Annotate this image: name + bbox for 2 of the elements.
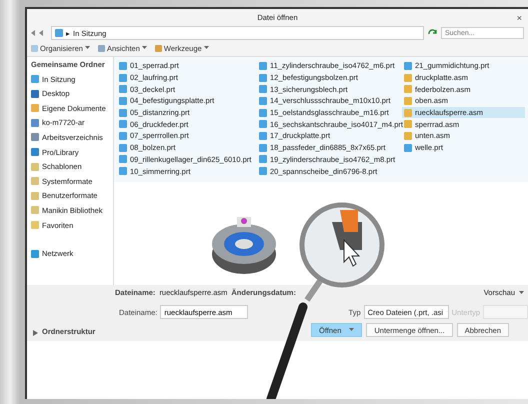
expand-icon[interactable] <box>33 330 38 336</box>
close-button[interactable]: × <box>516 12 522 22</box>
